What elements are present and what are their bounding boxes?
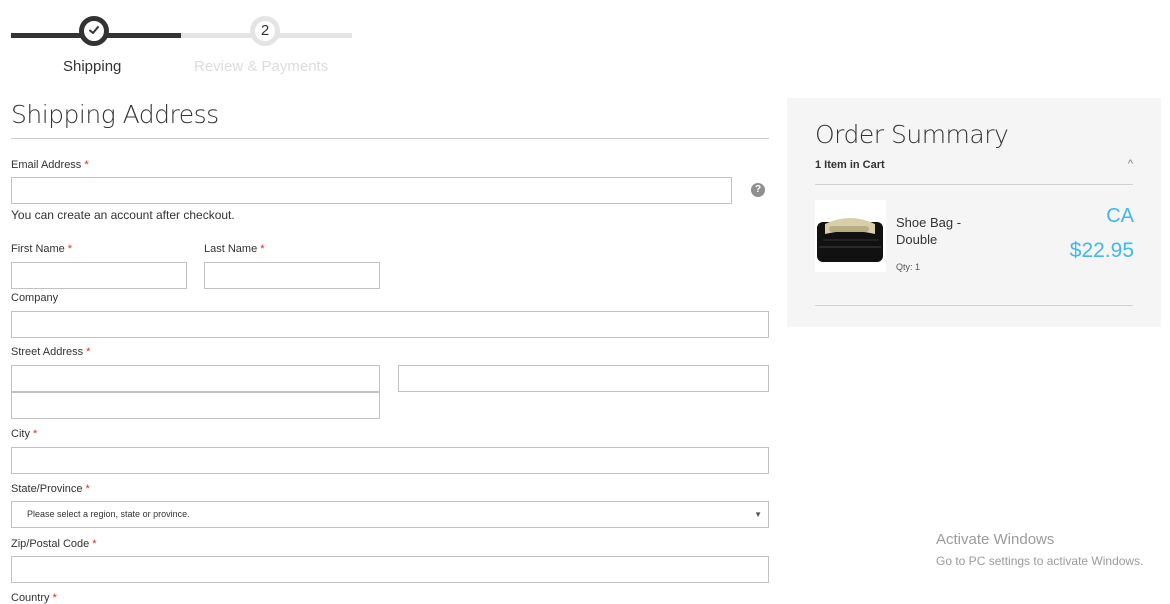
company-label: Company [11,292,59,304]
state-select[interactable]: Please select a region, state or provinc… [11,501,769,528]
account-note: You can create an account after checkout… [11,208,235,222]
email-label-text: Email Address [11,159,82,171]
street-line-3-field[interactable] [11,392,380,419]
city-field[interactable] [11,447,769,474]
step-shipping-complete[interactable] [79,16,109,46]
chevron-down-icon: ▼ [754,510,762,519]
country-label-text: Country [11,592,50,604]
chevron-up-icon[interactable]: ^ [1128,158,1133,170]
price-amount: $22.95 [1069,239,1134,262]
required-mark: * [32,428,38,440]
required-mark: * [92,538,97,550]
product-name: Shoe Bag - Double [896,215,962,247]
city-label: City * [11,428,37,440]
last-name-field[interactable] [204,262,380,289]
city-label-text: City [11,428,30,440]
activation-watermark-subtitle: Go to PC settings to activate Windows. [936,554,1144,568]
required-mark: * [84,159,89,171]
help-icon[interactable]: ? [751,183,765,197]
last-name-label-text: Last Name [204,243,258,255]
street-label-text: Street Address [11,346,84,358]
first-name-field[interactable] [11,262,187,289]
product-thumbnail [815,200,886,272]
required-mark: * [52,592,57,604]
activation-watermark-title: Activate Windows [936,531,1055,548]
summary-divider-bottom [815,305,1133,306]
company-field[interactable] [11,311,769,338]
email-label: Email Address * [11,159,89,171]
section-title: Shipping Address [11,100,219,129]
first-name-label: First Name * [11,243,72,255]
street-line-2-field[interactable] [398,365,769,392]
step-review-number: 2 [250,16,280,46]
section-divider [11,138,769,139]
street-label: Street Address * [11,346,90,358]
street-line-1-field[interactable] [11,365,380,392]
checkmark-icon [89,26,99,34]
shoe-bag-image [817,218,883,262]
step-shipping-label[interactable]: Shipping [63,58,121,75]
product-qty: Qty: 1 [896,262,921,272]
required-mark: * [85,483,90,495]
email-field[interactable] [11,177,732,204]
zip-field[interactable] [11,556,769,583]
order-summary-title: Order Summary [815,120,1009,149]
state-label: State/Province * [11,483,90,495]
step-review-label: Review & Payments [194,58,329,75]
price-currency: CA [1106,205,1134,227]
zip-label: Zip/Postal Code * [11,538,97,550]
summary-divider [815,184,1133,185]
first-name-label-text: First Name [11,243,65,255]
state-label-text: State/Province [11,483,83,495]
required-mark: * [86,346,91,358]
required-mark: * [67,243,73,255]
required-mark: * [260,243,265,255]
state-select-value: Please select a region, state or provinc… [27,509,190,519]
items-in-cart-toggle[interactable]: 1 Item in Cart [815,159,885,171]
order-summary-panel: Order Summary 1 Item in Cart ^ Shoe Bag … [787,98,1161,327]
zip-label-text: Zip/Postal Code [11,538,90,550]
country-label: Country * [11,592,57,604]
last-name-label: Last Name * [204,243,264,255]
